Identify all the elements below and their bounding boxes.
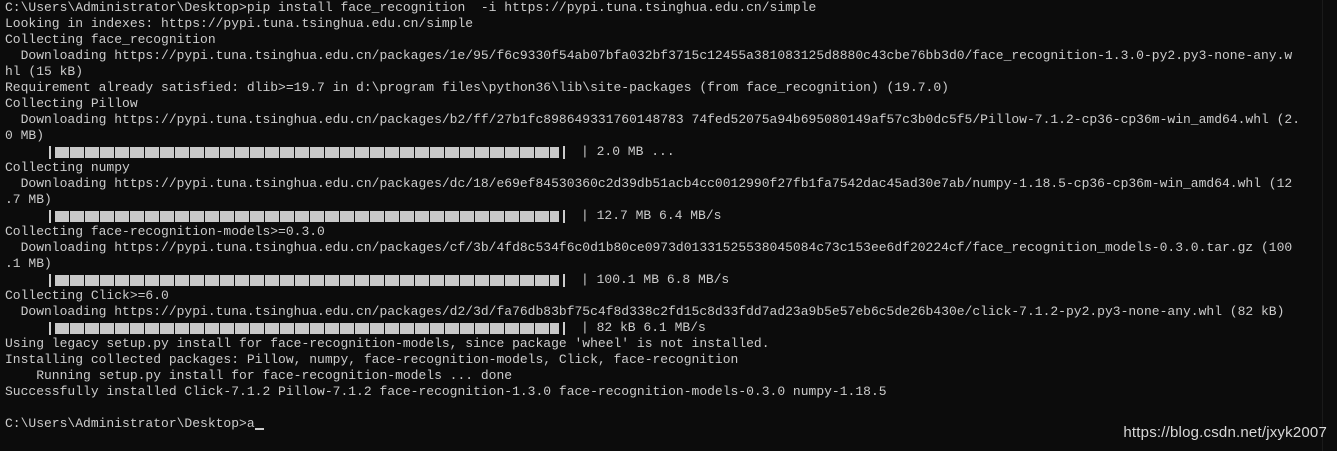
progress-line: | 12.7 MB 6.4 MB/s [5, 208, 1323, 224]
text-cursor [254, 428, 264, 430]
terminal-output[interactable]: C:\Users\Administrator\Desktop>pip insta… [5, 0, 1323, 451]
output-line: hl (15 kB) [5, 64, 84, 79]
output-line: Installing collected packages: Pillow, n… [5, 352, 739, 367]
prompt-text: C:\Users\Administrator\Desktop>a [5, 416, 255, 431]
output-line: Downloading https://pypi.tuna.tsinghua.e… [5, 240, 1293, 255]
vertical-scrollbar[interactable] [1322, 0, 1337, 451]
progress-bar-fill [55, 211, 559, 222]
progress-bar-fill [55, 275, 559, 286]
output-line: Running setup.py install for face-recogn… [5, 368, 513, 383]
progress-status-text: | 12.7 MB 6.4 MB/s [581, 208, 722, 223]
output-line: .1 MB) [5, 256, 52, 271]
output-line: Downloading https://pypi.tuna.tsinghua.e… [5, 304, 1285, 319]
output-line: Downloading https://pypi.tuna.tsinghua.e… [5, 176, 1293, 191]
progress-bar [49, 322, 565, 335]
output-line: Collecting Pillow [5, 96, 138, 111]
output-line: Requirement already satisfied: dlib>=19.… [5, 80, 949, 95]
output-line: Successfully installed Click-7.1.2 Pillo… [5, 384, 887, 399]
output-line: Collecting face_recognition [5, 32, 216, 47]
progress-bar [49, 274, 565, 287]
output-line: Using legacy setup.py install for face-r… [5, 336, 770, 351]
progress-bar-fill [55, 147, 559, 158]
progress-line: | 2.0 MB ... [5, 144, 1323, 160]
output-line: C:\Users\Administrator\Desktop>pip insta… [5, 0, 817, 15]
output-line: Collecting numpy [5, 160, 130, 175]
output-line: Collecting face-recognition-models>=0.3.… [5, 224, 325, 239]
progress-bar [49, 210, 565, 223]
progress-line: | 100.1 MB 6.8 MB/s [5, 272, 1323, 288]
output-line: Looking in indexes: https://pypi.tuna.ts… [5, 16, 474, 31]
progress-status-text: | 100.1 MB 6.8 MB/s [581, 272, 730, 287]
output-line: .7 MB) [5, 192, 52, 207]
output-line: Downloading https://pypi.tuna.tsinghua.e… [5, 112, 1301, 127]
watermark-text: https://blog.csdn.net/jxyk2007 [1123, 424, 1327, 441]
output-line: Downloading https://pypi.tuna.tsinghua.e… [5, 48, 1293, 63]
progress-line: | 82 kB 6.1 MB/s [5, 320, 1323, 336]
progress-status-text: | 82 kB 6.1 MB/s [581, 320, 706, 335]
progress-bar [49, 146, 565, 159]
progress-status-text: | 2.0 MB ... [581, 144, 675, 159]
progress-bar-fill [55, 323, 559, 334]
output-line: Collecting Click>=6.0 [5, 288, 169, 303]
output-line: 0 MB) [5, 128, 45, 143]
